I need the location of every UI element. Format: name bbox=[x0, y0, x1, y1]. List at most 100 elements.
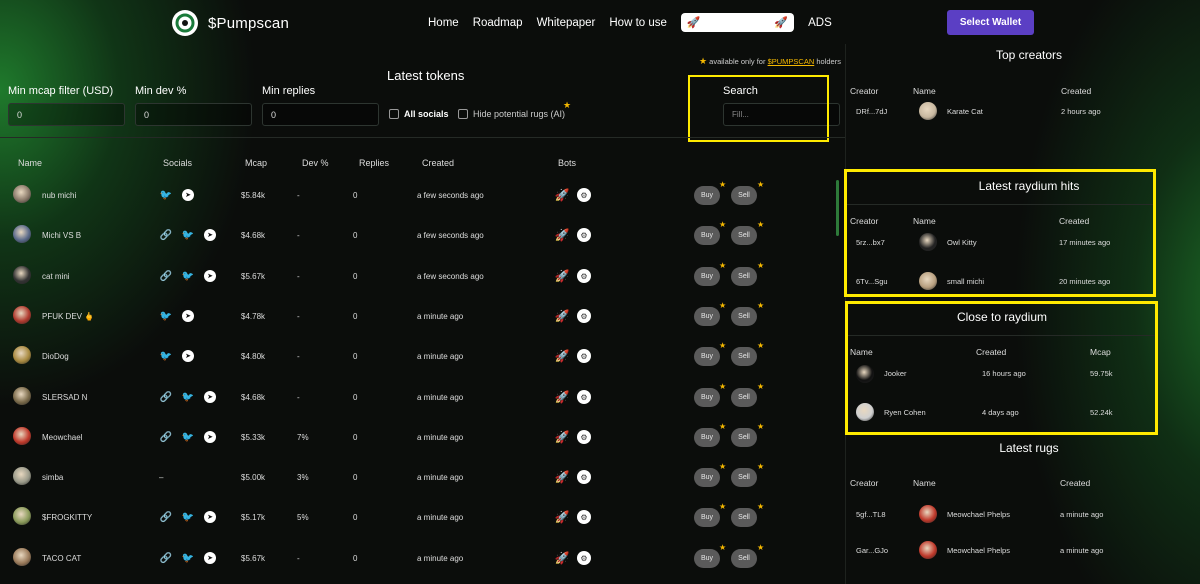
buy-button[interactable]: Buy bbox=[694, 388, 720, 407]
creator-address[interactable]: DRf...7dJ bbox=[856, 107, 887, 116]
nav-whitepaper[interactable]: Whitepaper bbox=[537, 17, 596, 29]
sell-button[interactable]: Sell bbox=[731, 468, 757, 487]
pumpscan-link[interactable]: $PUMPSCAN bbox=[768, 57, 815, 66]
nav-home[interactable]: Home bbox=[428, 17, 459, 29]
checkbox[interactable] bbox=[458, 109, 468, 119]
table-row[interactable]: nub michi 🐦 ➤ $5.84k - 0 a few seconds ago 🚀 ⚙ Bu… bbox=[0, 175, 840, 215]
table-row[interactable]: Michi VS B 🔗 🐦 ➤ $4.68k - 0 a few seconds ago 🚀 ⚙… bbox=[0, 215, 840, 255]
token-name[interactable]: DioDog bbox=[42, 352, 69, 361]
dev-filter-input[interactable]: 0 bbox=[135, 103, 252, 126]
telegram-icon[interactable]: ➤ bbox=[204, 229, 216, 241]
buy-button[interactable]: Buy bbox=[694, 468, 720, 487]
twitter-icon[interactable]: 🐦 bbox=[181, 390, 195, 404]
rocket-bot-icon[interactable]: 🚀 bbox=[555, 269, 570, 283]
sell-button[interactable]: Sell bbox=[731, 549, 757, 568]
bot-icon[interactable]: ⚙ bbox=[577, 430, 591, 444]
token-name[interactable]: nub michi bbox=[42, 191, 76, 200]
creator-address[interactable]: Gar...GJo bbox=[856, 546, 888, 555]
twitter-icon[interactable]: 🐦 bbox=[159, 349, 173, 363]
table-row[interactable]: simba – $5.00k 3% 0 a minute ago 🚀 ⚙ Buy ★ Sell ★ bbox=[0, 457, 840, 497]
link-icon[interactable]: 🔗 bbox=[159, 390, 173, 404]
token-name[interactable]: SLERSAD N bbox=[42, 393, 87, 402]
token-name[interactable]: cat mini bbox=[42, 272, 70, 281]
bot-icon[interactable]: ⚙ bbox=[577, 228, 591, 242]
buy-button[interactable]: Buy bbox=[694, 186, 720, 205]
all-socials-checkbox[interactable]: All socials bbox=[389, 109, 449, 119]
bot-icon[interactable]: ⚙ bbox=[577, 309, 591, 323]
link-icon[interactable]: 🔗 bbox=[159, 430, 173, 444]
buy-button[interactable]: Buy bbox=[694, 267, 720, 286]
telegram-icon[interactable]: ➤ bbox=[204, 552, 216, 564]
link-icon[interactable]: 🔗 bbox=[159, 269, 173, 283]
token-name[interactable]: $FROGKITTY bbox=[42, 513, 92, 522]
sell-button[interactable]: Sell bbox=[731, 226, 757, 245]
buy-button[interactable]: Buy bbox=[694, 347, 720, 366]
twitter-icon[interactable]: 🐦 bbox=[181, 551, 195, 565]
token-name[interactable]: simba bbox=[42, 473, 63, 482]
table-row[interactable]: $FROGKITTY 🔗 🐦 ➤ $5.17k 5% 0 a minute ago 🚀 ⚙ Buy ★… bbox=[0, 497, 840, 537]
link-icon[interactable]: 🔗 bbox=[159, 510, 173, 524]
sell-button[interactable]: Sell bbox=[731, 508, 757, 527]
telegram-icon[interactable]: ➤ bbox=[204, 431, 216, 443]
table-row[interactable]: cat mini 🔗 🐦 ➤ $5.67k - 0 a few seconds ago 🚀 ⚙ Bu… bbox=[0, 256, 840, 296]
twitter-icon[interactable]: 🐦 bbox=[159, 309, 173, 323]
token-name[interactable]: TACO CAT bbox=[42, 554, 81, 563]
rocket-bot-icon[interactable]: 🚀 bbox=[555, 309, 570, 323]
rocket-bot-icon[interactable]: 🚀 bbox=[555, 470, 570, 484]
buy-button[interactable]: Buy bbox=[694, 307, 720, 326]
table-row[interactable]: PFUK DEV 🖕 🐦 ➤ $4.78k -0 a minute ago 🚀 ⚙ Buy ★ Se… bbox=[0, 296, 840, 336]
token-name[interactable]: PFUK DEV 🖕 bbox=[42, 312, 94, 321]
table-row[interactable]: DioDog 🐦 ➤ $4.80k -0 a minute ago 🚀 ⚙ Buy ★ Sell ★ bbox=[0, 336, 840, 376]
sell-button[interactable]: Sell bbox=[731, 307, 757, 326]
nav-how-to-use[interactable]: How to use bbox=[609, 17, 667, 29]
buy-button[interactable]: Buy bbox=[694, 549, 720, 568]
scrollbar[interactable] bbox=[836, 180, 839, 236]
table-row[interactable]: TACO CAT 🔗 🐦 ➤ $5.67k -0 a minute ago 🚀 ⚙ Buy ★ Sel… bbox=[0, 538, 840, 578]
bot-icon[interactable]: ⚙ bbox=[577, 390, 591, 404]
telegram-icon[interactable]: ➤ bbox=[182, 189, 194, 201]
sell-button[interactable]: Sell bbox=[731, 267, 757, 286]
sell-button[interactable]: Sell bbox=[731, 186, 757, 205]
table-row[interactable]: Meowchael 🔗 🐦 ➤ $5.33k 7% 0 a minute ago 🚀 ⚙ Buy ★ S… bbox=[0, 417, 840, 457]
buy-button[interactable]: Buy bbox=[694, 226, 720, 245]
sell-button[interactable]: Sell bbox=[731, 388, 757, 407]
rocket-bot-icon[interactable]: 🚀 bbox=[555, 188, 570, 202]
mcap-filter-input[interactable]: 0 bbox=[8, 103, 125, 126]
bot-icon[interactable]: ⚙ bbox=[577, 510, 591, 524]
rocket-bot-icon[interactable]: 🚀 bbox=[555, 510, 570, 524]
sell-button[interactable]: Sell bbox=[731, 428, 757, 447]
ai-monitor-button[interactable]: 🚀 AI MONITOR 🚀 bbox=[680, 13, 795, 32]
buy-button[interactable]: Buy bbox=[694, 508, 720, 527]
telegram-icon[interactable]: ➤ bbox=[182, 310, 194, 322]
rocket-bot-icon[interactable]: 🚀 bbox=[555, 390, 570, 404]
twitter-icon[interactable]: 🐦 bbox=[181, 510, 195, 524]
token-name[interactable]: Meowchael Phelps bbox=[947, 546, 1010, 555]
nav-ads[interactable]: ADS bbox=[808, 17, 832, 29]
nav-roadmap[interactable]: Roadmap bbox=[473, 17, 523, 29]
telegram-icon[interactable]: ➤ bbox=[204, 391, 216, 403]
rocket-bot-icon[interactable]: 🚀 bbox=[555, 430, 570, 444]
creator-address[interactable]: 5gf...TL8 bbox=[856, 510, 886, 519]
link-icon[interactable]: 🔗 bbox=[159, 551, 173, 565]
telegram-icon[interactable]: ➤ bbox=[204, 270, 216, 282]
replies-filter-input[interactable]: 0 bbox=[262, 103, 379, 126]
rocket-bot-icon[interactable]: 🚀 bbox=[555, 228, 570, 242]
logo[interactable]: $Pumpscan bbox=[172, 10, 289, 36]
bot-icon[interactable]: ⚙ bbox=[577, 551, 591, 565]
token-name[interactable]: Meowchael bbox=[42, 433, 82, 442]
sell-button[interactable]: Sell bbox=[731, 347, 757, 366]
creator-token-name[interactable]: Karate Cat bbox=[947, 107, 983, 116]
bot-icon[interactable]: ⚙ bbox=[577, 470, 591, 484]
table-row[interactable]: SLERSAD N 🔗 🐦 ➤ $4.68k -0 a minute ago 🚀 ⚙ Buy ★ Se… bbox=[0, 377, 840, 417]
twitter-icon[interactable]: 🐦 bbox=[159, 188, 173, 202]
twitter-icon[interactable]: 🐦 bbox=[181, 430, 195, 444]
bot-icon[interactable]: ⚙ bbox=[577, 269, 591, 283]
buy-button[interactable]: Buy bbox=[694, 428, 720, 447]
bot-icon[interactable]: ⚙ bbox=[577, 188, 591, 202]
select-wallet-button[interactable]: Select Wallet bbox=[947, 10, 1034, 35]
rocket-bot-icon[interactable]: 🚀 bbox=[555, 551, 570, 565]
telegram-icon[interactable]: ➤ bbox=[204, 511, 216, 523]
bot-icon[interactable]: ⚙ bbox=[577, 349, 591, 363]
link-icon[interactable]: 🔗 bbox=[159, 228, 173, 242]
hide-rugs-checkbox[interactable]: Hide potential rugs (AI) bbox=[458, 109, 565, 119]
